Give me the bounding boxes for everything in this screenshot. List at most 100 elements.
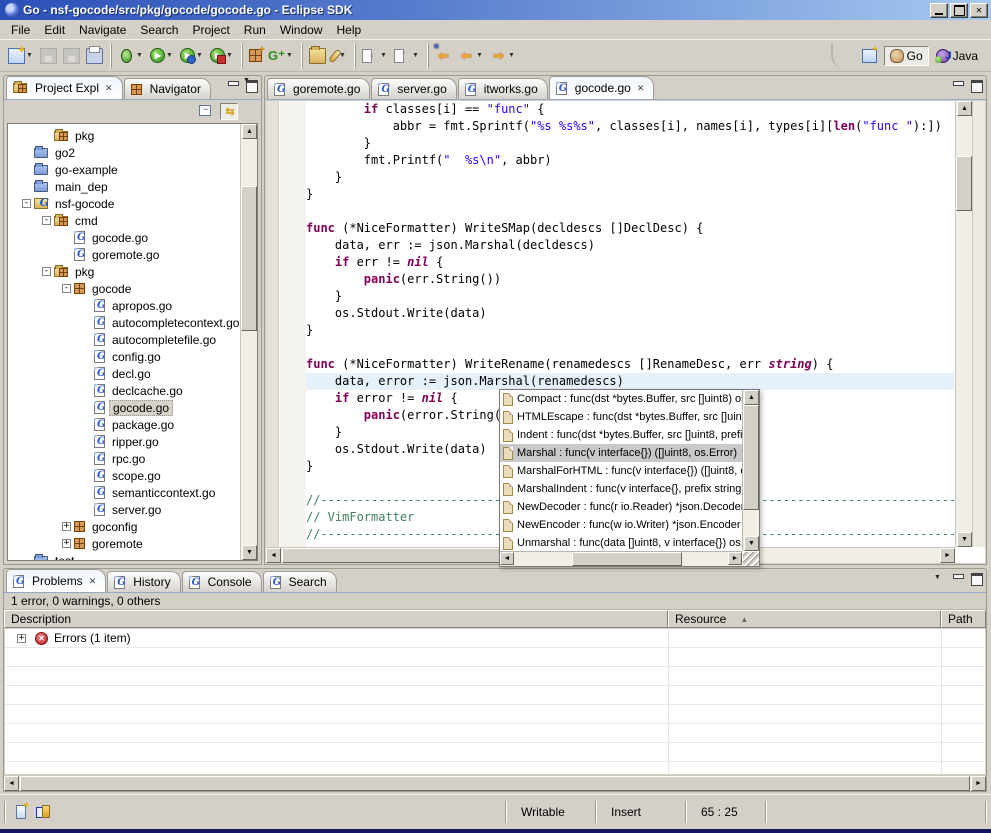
new-wizard-button[interactable]: ▼ <box>5 45 37 67</box>
dropdown-arrow-icon[interactable]: ▼ <box>195 52 204 59</box>
code-line[interactable]: 63 <box>306 339 954 356</box>
scroll-thumb[interactable] <box>956 156 972 211</box>
tab-history[interactable]: History <box>107 571 180 592</box>
code-line[interactable]: 65 data, error := json.Marshal(renamedes… <box>306 373 954 390</box>
previous-annotation-button[interactable]: ▼ <box>391 45 423 67</box>
scroll-thumb[interactable] <box>572 552 682 566</box>
next-annotation-button[interactable]: ▼ <box>359 45 391 67</box>
completion-item[interactable]: Indent : func(dst *bytes.Buffer, src []u… <box>500 426 742 444</box>
tab-console[interactable]: Console <box>182 571 262 592</box>
minimize-pane-button[interactable] <box>952 573 964 583</box>
tree-item[interactable]: goremote.go <box>8 246 240 263</box>
dropdown-arrow-icon[interactable]: ▼ <box>475 52 484 59</box>
close-tab-icon[interactable]: ✕ <box>103 83 113 94</box>
tree-item[interactable]: semanticcontext.go <box>8 484 240 501</box>
scroll-thumb[interactable] <box>743 405 759 510</box>
new-go-package-button[interactable] <box>246 46 265 65</box>
completion-item[interactable]: Compact : func(dst *bytes.Buffer, src []… <box>500 390 742 408</box>
tab-navigator[interactable]: Navigator <box>124 78 211 99</box>
run-history-button[interactable]: ▼ <box>177 45 207 66</box>
tree-item[interactable]: ripper.go <box>8 433 240 450</box>
dropdown-arrow-icon[interactable]: ▼ <box>379 52 388 59</box>
tab-problems[interactable]: Problems✕ <box>6 569 106 592</box>
run-button[interactable]: ▼ <box>147 45 177 66</box>
dropdown-arrow-icon[interactable]: ▼ <box>135 52 144 59</box>
open-perspective-button[interactable] <box>857 47 882 65</box>
code-line[interactable]: 61 os.Stdout.Write(data) <box>306 305 954 322</box>
menu-item-project[interactable]: Project <box>185 21 236 39</box>
close-tab-icon[interactable]: ✕ <box>87 576 97 587</box>
run-external-tools-button[interactable]: ▼ <box>207 45 237 66</box>
tree-expander-icon[interactable]: + <box>62 522 71 531</box>
maximize-pane-button[interactable] <box>970 80 982 90</box>
tree-item[interactable]: apropos.go <box>8 297 240 314</box>
scroll-right-button[interactable]: ► <box>728 552 742 565</box>
column-header-resource[interactable]: Resource ▲ <box>668 610 941 628</box>
tree-expander-icon[interactable]: - <box>42 267 51 276</box>
scroll-left-button[interactable]: ◄ <box>266 548 281 563</box>
minimize-window-button[interactable] <box>930 3 948 18</box>
forward-button[interactable]: ▼ <box>487 45 519 67</box>
scroll-thumb[interactable] <box>20 776 970 791</box>
scroll-right-button[interactable]: ► <box>940 548 955 563</box>
code-line[interactable]: 59 panic(err.String()) <box>306 271 954 288</box>
menu-item-edit[interactable]: Edit <box>37 21 72 39</box>
tree-item[interactable]: +goremote <box>8 535 240 552</box>
tree-item[interactable]: main_dep <box>8 178 240 195</box>
code-line[interactable]: 56func (*NiceFormatter) WriteSMap(declde… <box>306 220 954 237</box>
tree-item[interactable]: -pkg <box>8 263 240 280</box>
menu-item-help[interactable]: Help <box>330 21 369 39</box>
code-line[interactable]: 49 if classes[i] == "func" { <box>306 101 954 118</box>
tree-item[interactable]: go-example <box>8 161 240 178</box>
scroll-down-button[interactable]: ▼ <box>957 532 972 547</box>
code-line[interactable]: 62} <box>306 322 954 339</box>
annotation-ruler[interactable] <box>266 101 279 547</box>
scroll-up-button[interactable]: ▲ <box>957 101 972 116</box>
code-line[interactable]: 51 } <box>306 135 954 152</box>
completion-item[interactable]: MarshalForHTML : func(v interface{}) ([]… <box>500 462 742 480</box>
last-edit-location-button[interactable] <box>432 45 455 67</box>
scroll-left-button[interactable]: ◄ <box>4 776 19 791</box>
code-line[interactable]: 54} <box>306 186 954 203</box>
popup-horizontal-scrollbar[interactable]: ◄ ► <box>500 551 742 566</box>
code-line[interactable]: 58 if err != nil { <box>306 254 954 271</box>
dropdown-arrow-icon[interactable]: ▼ <box>25 52 34 59</box>
editor-tab-server-go[interactable]: server.go <box>371 78 456 99</box>
menu-item-navigate[interactable]: Navigate <box>72 21 133 39</box>
problems-horizontal-scrollbar[interactable]: ◄ ► <box>4 775 986 791</box>
editor-tab-goremote-go[interactable]: goremote.go <box>267 78 370 99</box>
dropdown-arrow-icon[interactable]: ▼ <box>165 52 174 59</box>
code-line[interactable]: 55 <box>306 203 954 220</box>
scroll-right-button[interactable]: ► <box>971 776 986 791</box>
tree-item[interactable]: decl.go <box>8 365 240 382</box>
completion-item[interactable]: MarshalIndent : func(v interface{}, pref… <box>500 480 742 498</box>
editor-tab-itworks-go[interactable]: itworks.go <box>458 78 548 99</box>
completion-item[interactable]: Unmarshal : func(data []uint8, v interfa… <box>500 534 742 551</box>
back-button[interactable]: ▼ <box>455 45 487 67</box>
scroll-left-button[interactable]: ◄ <box>500 552 514 565</box>
perspective-go-button[interactable]: Go <box>884 46 929 66</box>
new-go-type-button[interactable]: ▼ <box>265 45 297 67</box>
tree-item[interactable]: config.go <box>8 348 240 365</box>
popup-vertical-scrollbar[interactable]: ▲ ▼ <box>742 390 759 551</box>
tree-expander-icon[interactable]: - <box>22 199 31 208</box>
tree-item[interactable]: pkg <box>8 127 240 144</box>
collapse-all-button[interactable] <box>197 103 215 120</box>
completion-item[interactable]: NewDecoder : func(r io.Reader) *json.Dec… <box>500 498 742 516</box>
dropdown-arrow-icon[interactable]: ▼ <box>285 52 294 59</box>
tree-item[interactable]: go2 <box>8 144 240 161</box>
menu-item-file[interactable]: File <box>4 21 37 39</box>
close-tab-icon[interactable]: ✕ <box>635 83 645 94</box>
menu-item-search[interactable]: Search <box>133 21 185 39</box>
tree-item[interactable]: rpc.go <box>8 450 240 467</box>
restore-views-icon[interactable] <box>36 805 50 819</box>
explorer-vertical-scrollbar[interactable]: ▲ ▼ <box>240 124 257 560</box>
tree-item[interactable]: autocompletefile.go <box>8 331 240 348</box>
print-button[interactable] <box>83 45 106 67</box>
scroll-up-button[interactable]: ▲ <box>744 390 759 405</box>
error-group-row[interactable]: + ✕ Errors (1 item) <box>5 629 985 648</box>
code-line[interactable]: 53 } <box>306 169 954 186</box>
dropdown-arrow-icon[interactable]: ▼ <box>225 52 234 59</box>
tree-item[interactable]: test <box>8 552 240 561</box>
scroll-down-button[interactable]: ▼ <box>744 536 759 551</box>
